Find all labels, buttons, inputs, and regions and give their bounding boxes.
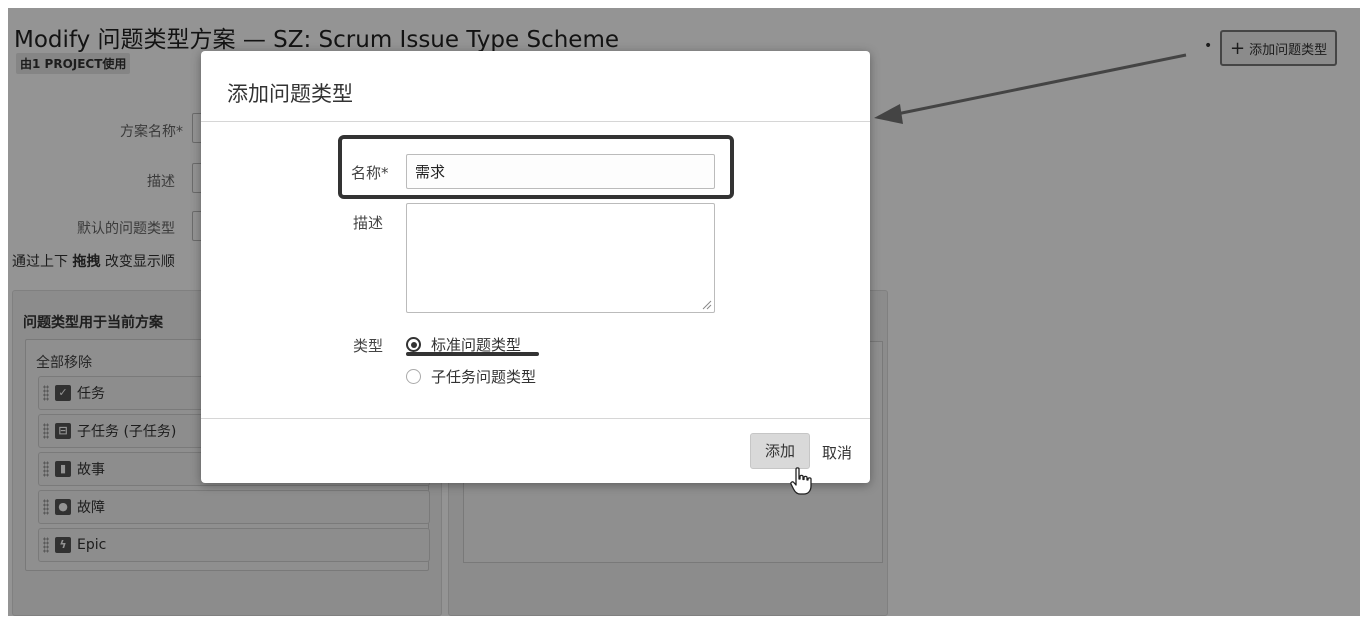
- cancel-link[interactable]: 取消: [822, 442, 852, 463]
- radio-checked-icon[interactable]: [406, 337, 421, 352]
- radio-unchecked-icon[interactable]: [406, 369, 421, 384]
- add-button[interactable]: 添加: [750, 433, 810, 469]
- name-label: 名称*: [351, 164, 389, 182]
- resize-handle-icon[interactable]: [701, 299, 712, 310]
- footer-divider: [201, 418, 870, 419]
- radio-subtask-label: 子任务问题类型: [431, 368, 537, 386]
- add-issue-type-dialog: 添加问题类型 名称* 描述 类型 标准问题类型 子任务问题类型 添加 取消: [201, 51, 870, 495]
- name-input[interactable]: [406, 154, 715, 189]
- header-divider: [201, 121, 870, 122]
- hand-pointer-icon: [790, 467, 812, 495]
- description-textarea[interactable]: [406, 203, 715, 313]
- type-label: 类型: [353, 337, 384, 355]
- description-label: 描述: [353, 214, 384, 232]
- radio-subtask-type[interactable]: 子任务问题类型: [406, 366, 536, 387]
- standard-type-underline: [406, 352, 539, 356]
- dialog-title: 添加问题类型: [227, 82, 353, 106]
